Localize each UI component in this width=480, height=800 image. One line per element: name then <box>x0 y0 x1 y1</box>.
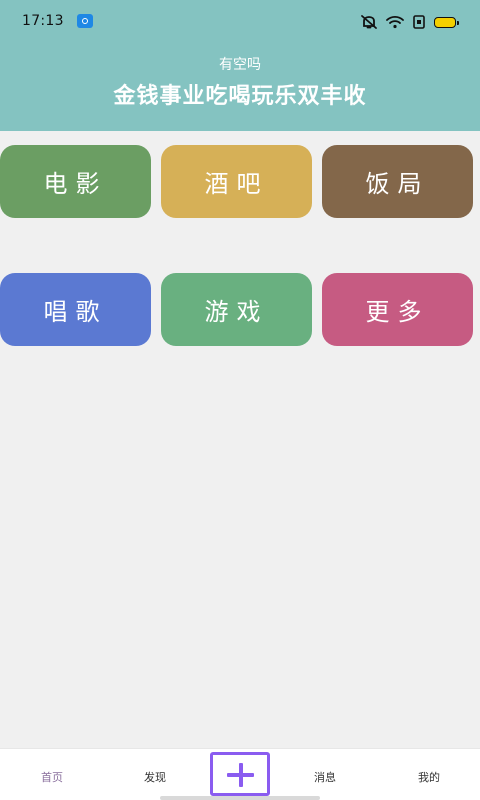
nav-home[interactable]: 首页 <box>12 769 92 785</box>
mute-icon <box>360 14 378 30</box>
nav-messages[interactable]: 消息 <box>285 769 365 785</box>
nav-discover[interactable]: 发现 <box>115 769 195 785</box>
nav-discover-label: 发现 <box>144 771 166 784</box>
home-indicator[interactable] <box>160 796 320 800</box>
sim-icon <box>412 15 426 29</box>
tile-dinner[interactable]: 饭局 <box>322 145 473 218</box>
tile-label: 更多 <box>365 298 430 326</box>
nav-messages-label: 消息 <box>314 771 336 784</box>
header: 17:13 有空吗 金钱事业吃喝玩乐双丰收 <box>0 0 480 131</box>
tile-movie[interactable]: 电影 <box>0 145 151 218</box>
tile-games[interactable]: 游戏 <box>161 273 312 346</box>
plus-icon <box>227 763 254 787</box>
wifi-icon <box>386 15 404 29</box>
tile-label: 饭局 <box>365 170 430 198</box>
status-bar: 17:13 <box>0 0 480 44</box>
tile-bar[interactable]: 酒吧 <box>161 145 312 218</box>
header-subtitle: 有空吗 <box>219 57 261 73</box>
add-button[interactable] <box>210 752 270 796</box>
nav-mine[interactable]: 我的 <box>389 769 469 785</box>
tile-singing[interactable]: 唱歌 <box>0 273 151 346</box>
nav-mine-label: 我的 <box>418 771 440 784</box>
tile-label: 电影 <box>43 170 108 198</box>
tile-label: 游戏 <box>204 298 269 326</box>
tile-label: 唱歌 <box>43 298 108 326</box>
app-notification-icon <box>77 14 93 28</box>
status-time: 17:13 <box>22 13 64 29</box>
status-icons <box>360 12 459 32</box>
app-screen: 17:13 有空吗 金钱事业吃喝玩乐双丰收 电影 酒吧 饭局 唱歌 游戏 更多 … <box>0 0 480 800</box>
header-title: 金钱事业吃喝玩乐双丰收 <box>113 84 367 109</box>
tile-more[interactable]: 更多 <box>322 273 473 346</box>
battery-icon <box>434 16 459 28</box>
nav-home-label: 首页 <box>41 771 63 784</box>
tile-label: 酒吧 <box>204 170 269 198</box>
